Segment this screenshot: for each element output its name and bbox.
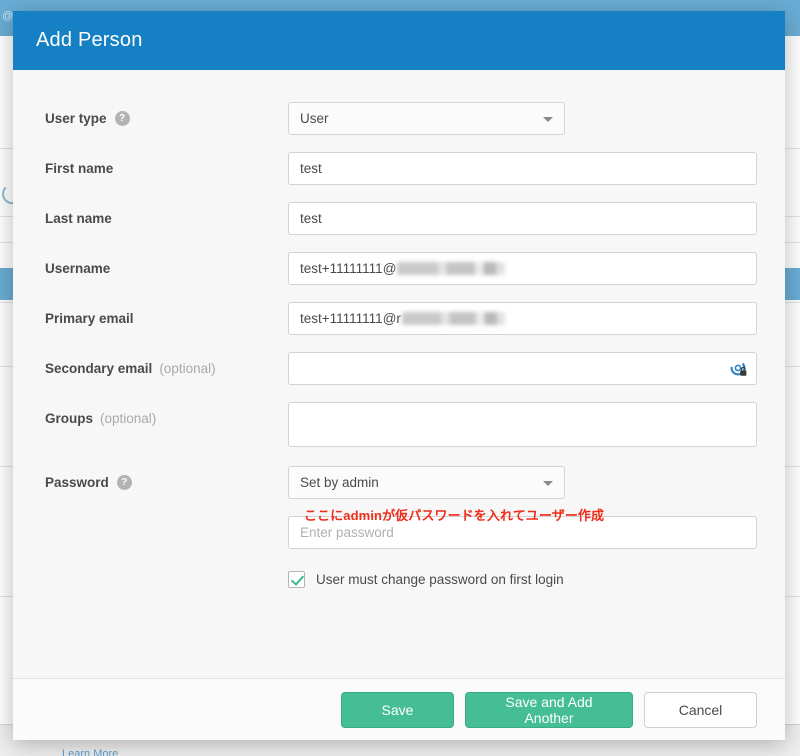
field-last-name	[288, 202, 785, 235]
form-row-user-type: User type ? User	[13, 102, 785, 152]
password-manager-lock-icon[interactable]	[730, 360, 748, 378]
first-name-input[interactable]	[288, 152, 757, 185]
label-username-text: Username	[45, 261, 111, 276]
must-change-password-checkbox[interactable]	[288, 571, 305, 588]
label-first-name-text: First name	[45, 161, 114, 176]
label-groups-optional: (optional)	[100, 411, 157, 426]
label-primary-email-text: Primary email	[45, 311, 134, 326]
user-type-select[interactable]: User	[288, 102, 565, 135]
label-primary-email: Primary email	[13, 302, 288, 326]
must-change-password-label[interactable]: User must change password on first login	[316, 572, 564, 587]
form-row-password: Password ? Set by admin ここにadminが仮パスワードを…	[13, 466, 785, 588]
label-password-text: Password	[45, 475, 109, 490]
modal-footer: Save Save and Add Another Cancel	[13, 678, 785, 740]
field-user-type: User	[288, 102, 785, 135]
label-first-name: First name	[13, 152, 288, 176]
username-input[interactable]: test+11111111@	[288, 252, 757, 285]
save-button[interactable]: Save	[341, 691, 454, 728]
form-row-last-name: Last name	[13, 202, 785, 252]
username-value: test+11111111@	[300, 261, 397, 276]
primary-email-input[interactable]: test+11111111@r	[288, 302, 757, 335]
label-username: Username	[13, 252, 288, 276]
secondary-email-wrap	[288, 352, 757, 385]
redacted-domain	[401, 312, 505, 325]
label-secondary-email-optional: (optional)	[159, 361, 216, 376]
label-secondary-email-text: Secondary email	[45, 361, 153, 376]
form-row-first-name: First name	[13, 152, 785, 202]
label-last-name: Last name	[13, 202, 288, 226]
redacted-domain	[397, 262, 506, 275]
form-row-primary-email: Primary email test+11111111@r	[13, 302, 785, 352]
must-change-password-row[interactable]: User must change password on first login	[288, 571, 757, 588]
question-mark-icon[interactable]: ?	[116, 475, 132, 490]
field-username: test+11111111@	[288, 252, 785, 285]
modal-header: Add Person	[13, 11, 785, 70]
password-input-wrap: ここにadminが仮パスワードを入れてユーザー作成	[288, 508, 757, 549]
field-primary-email: test+11111111@r	[288, 302, 785, 335]
password-mode-select[interactable]: Set by admin	[288, 466, 565, 499]
add-person-modal: Add Person User type ? User First name t…	[13, 11, 785, 740]
field-password: Set by admin ここにadminが仮パスワードを入れてユーザー作成 U…	[288, 466, 785, 588]
label-groups: Groups (optional)	[13, 402, 288, 426]
label-last-name-text: Last name	[45, 211, 112, 226]
save-and-add-another-button[interactable]: Save and Add Another	[465, 691, 633, 728]
background-footer-link[interactable]: Learn More	[62, 748, 118, 756]
label-user-type: User type ?	[13, 102, 288, 126]
field-groups	[288, 402, 785, 447]
label-secondary-email: Secondary email (optional)	[13, 352, 288, 376]
field-first-name	[288, 152, 785, 185]
secondary-email-input[interactable]	[288, 352, 757, 385]
label-password: Password ?	[13, 466, 288, 490]
label-groups-text: Groups	[45, 411, 94, 426]
cancel-button[interactable]: Cancel	[644, 691, 757, 728]
question-mark-icon[interactable]: ?	[114, 111, 130, 126]
chevron-down-icon	[543, 480, 553, 486]
last-name-input[interactable]	[288, 202, 757, 235]
chevron-down-icon	[543, 116, 553, 122]
password-input[interactable]	[288, 516, 757, 549]
user-type-selected-value: User	[300, 111, 329, 126]
password-mode-selected-value: Set by admin	[300, 475, 379, 490]
label-user-type-text: User type	[45, 111, 107, 126]
field-secondary-email	[288, 352, 785, 385]
groups-input[interactable]	[288, 402, 757, 447]
modal-body: User type ? User First name Last name	[13, 70, 785, 678]
form-row-secondary-email: Secondary email (optional)	[13, 352, 785, 402]
page-title: Add Person	[36, 29, 143, 51]
form-row-groups: Groups (optional)	[13, 402, 785, 452]
form-row-username: Username test+11111111@	[13, 252, 785, 302]
primary-email-value: test+11111111@r	[300, 311, 401, 326]
